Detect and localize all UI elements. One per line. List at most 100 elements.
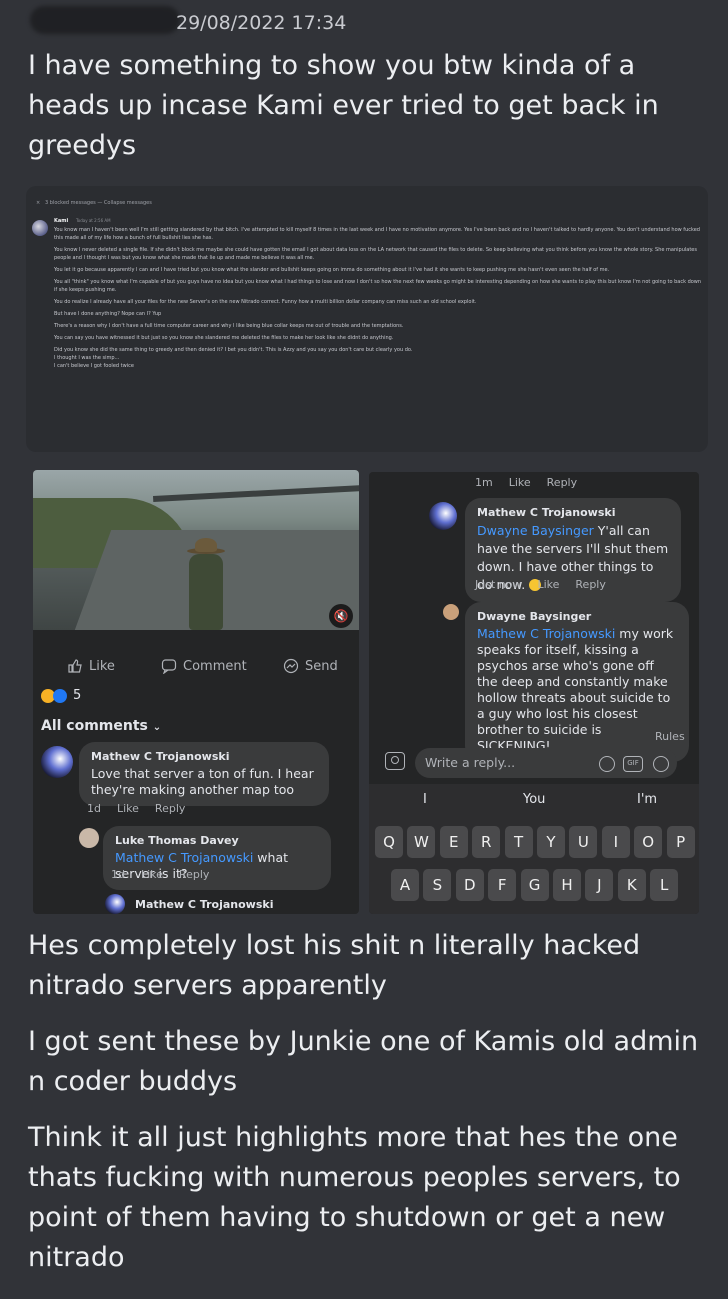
comment-author[interactable]: Mathew C Trojanowski [135, 898, 273, 911]
mention-link[interactable]: Mathew C Trojanowski [115, 850, 253, 865]
suggestion[interactable]: You [523, 792, 545, 807]
reaction-count: 5 [73, 688, 82, 703]
avatar[interactable] [105, 894, 125, 914]
key-a[interactable]: A [391, 869, 419, 901]
message-line: You all "think" you know what I'm capabl… [54, 279, 702, 293]
message-header: 29/08/2022 17:34 [0, 0, 728, 46]
key-q[interactable]: Q [375, 826, 403, 858]
comment-icon [161, 659, 177, 674]
avatar[interactable] [32, 220, 48, 236]
discord-screenshot[interactable]: × 3 blocked messages — Collapse messages… [26, 186, 708, 452]
message-line: You do realize I already have all your f… [54, 299, 477, 305]
like-reaction-icon [53, 688, 67, 703]
key-g[interactable]: G [520, 869, 549, 901]
post-actions: Like Comment Send [33, 652, 359, 682]
message-line: You let it go because apparently I can a… [54, 267, 610, 273]
key-w[interactable]: W [407, 826, 436, 858]
reply-placeholder: Write a reply... [425, 755, 516, 770]
like-button[interactable]: Like [67, 658, 115, 674]
comment-button[interactable]: Comment [161, 658, 247, 674]
mute-icon[interactable]: 🔇 [329, 604, 353, 628]
comment-author[interactable]: Mathew C Trojanowski [91, 750, 317, 763]
username[interactable]: Kami [54, 218, 68, 224]
message-text-3: I got sent these by Junkie one of Kamis … [28, 1026, 699, 1097]
key-s[interactable]: S [423, 869, 452, 901]
key-l[interactable]: L [650, 869, 679, 901]
redacted-username [30, 6, 180, 34]
key-k[interactable]: K [617, 869, 646, 901]
camera-icon[interactable] [385, 752, 405, 770]
gif-icon[interactable]: GIF [623, 756, 643, 772]
comment-reply-link[interactable]: Reply [547, 476, 577, 489]
suggestion[interactable]: I'm [637, 792, 657, 807]
message-line: You know I never deleted a single file. … [54, 247, 697, 261]
comment-meta: 1d Like Reply [111, 868, 210, 881]
messenger-icon [283, 658, 299, 674]
avatar[interactable] [429, 502, 457, 530]
thumbs-up-icon [68, 659, 82, 673]
key-i[interactable]: I [601, 826, 630, 858]
avatar[interactable] [443, 604, 459, 620]
message-line: I can't believe I got fooled twice [54, 363, 134, 369]
message-line: There's a reason why I don't have a full… [54, 323, 404, 329]
key-p[interactable]: P [666, 826, 695, 858]
rules-link[interactable]: Rules [655, 730, 685, 743]
keyboard-suggestions: I You I'm [369, 792, 699, 814]
comment-reply-link[interactable]: Reply [575, 578, 605, 591]
all-comments-dropdown[interactable]: All comments ⌄ [41, 718, 161, 734]
comment-author[interactable]: Mathew C Trojanowski [477, 506, 669, 519]
blocked-messages-label[interactable]: × 3 blocked messages — Collapse messages [36, 200, 152, 206]
facebook-replies-screenshot[interactable]: 1m Like Reply Mathew C Trojanowski Dwayn… [369, 472, 699, 914]
video-bridge [153, 483, 359, 503]
comment-text: Love that server a ton of fun. I hear th… [91, 766, 314, 797]
reaction-summary[interactable]: 5 [41, 688, 81, 703]
comment-like-link[interactable]: Like [509, 476, 531, 489]
message-line: Did you know she did the same thing to g… [54, 347, 413, 353]
avatar[interactable] [79, 828, 99, 848]
comment-meta: 1m Like Reply [475, 476, 578, 489]
comment-like-link[interactable]: Like [537, 578, 559, 591]
chevron-down-icon: ⌄ [152, 722, 162, 733]
avatar[interactable] [41, 746, 73, 778]
blocked-message-lines: You know man I haven't been well I'm sti… [54, 226, 702, 374]
message-line: But have I done anything? Nope can I? Yu… [54, 311, 162, 317]
key-f[interactable]: F [488, 869, 517, 901]
send-button[interactable]: Send [283, 658, 338, 674]
comment-author[interactable]: Dwayne Baysinger [477, 610, 677, 623]
message-line: You can say you have witnessed it but ju… [54, 335, 394, 341]
message-text-4: Think it all just highlights more that h… [28, 1122, 681, 1273]
message-line: I thought I was the simp... [54, 355, 120, 361]
comment-reply-link[interactable]: Reply [155, 802, 185, 815]
close-icon[interactable]: × [36, 200, 40, 206]
comment-bubble[interactable]: Mathew C Trojanowski Love that server a … [79, 742, 329, 806]
comment-meta: 1d Like Reply [87, 802, 186, 815]
key-j[interactable]: J [585, 869, 614, 901]
key-u[interactable]: U [569, 826, 598, 858]
comment-text: Mathew C Trojanowski my work speaks for … [477, 626, 674, 753]
message-text-1: I have something to show you btw kinda o… [28, 50, 659, 161]
message-text-2: Hes completely lost his shit n literally… [28, 930, 641, 1001]
game-video[interactable]: 🔇 [33, 470, 359, 630]
mention-link[interactable]: Dwayne Baysinger [477, 523, 594, 538]
comment-like-link[interactable]: Like [141, 868, 163, 881]
mention-link[interactable]: Mathew C Trojanowski [477, 626, 615, 641]
key-h[interactable]: H [553, 869, 581, 901]
message-timestamp: 29/08/2022 17:34 [176, 12, 347, 34]
message-time: Today at 2:56 AM [76, 218, 111, 223]
comment-like-link[interactable]: Like [117, 802, 139, 815]
video-character [183, 538, 229, 630]
key-y[interactable]: Y [537, 826, 565, 858]
message-line: You know man I haven't been well I'm sti… [54, 227, 700, 241]
comment-reply-link[interactable]: Reply [179, 868, 209, 881]
key-t[interactable]: T [504, 826, 533, 858]
suggestion[interactable]: I [423, 792, 427, 807]
sticker-icon[interactable] [599, 756, 615, 772]
key-o[interactable]: O [634, 826, 663, 858]
key-e[interactable]: E [439, 826, 468, 858]
key-d[interactable]: D [455, 869, 484, 901]
emoji-icon[interactable] [653, 756, 669, 772]
comment-meta: Just now Like Reply [475, 578, 606, 591]
key-r[interactable]: R [472, 826, 501, 858]
comment-author[interactable]: Luke Thomas Davey [115, 834, 319, 847]
facebook-post-screenshot[interactable]: 🔇 Like Comment Send 5 All comments ⌄ Mat… [33, 470, 359, 914]
